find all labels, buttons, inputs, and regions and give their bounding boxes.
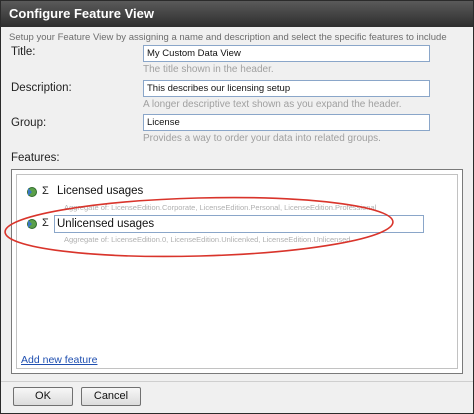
features-panel: Σ Licensed usages Aggregate of: LicenseE… xyxy=(11,169,463,374)
configure-feature-view-dialog: Configure Feature View Setup your Featur… xyxy=(0,0,474,414)
title-label: Title: xyxy=(11,46,36,58)
add-new-feature-link[interactable]: Add new feature xyxy=(21,354,97,366)
feature-aggregate: Aggregate of: LicenseEdition.0, LicenseE… xyxy=(64,235,351,244)
group-label: Group: xyxy=(11,117,47,129)
feature-name-input[interactable]: Unlicensed usages xyxy=(54,215,424,233)
feature-name[interactable]: Licensed usages xyxy=(57,185,143,197)
description-input[interactable]: This describes our licensing setup xyxy=(143,80,430,97)
description-hint: A longer descriptive text shown as you e… xyxy=(143,99,402,110)
group-hint: Provides a way to order your data into r… xyxy=(143,133,381,144)
dialog-title: Configure Feature View xyxy=(1,1,473,27)
sigma-icon: Σ xyxy=(42,185,49,197)
features-list: Σ Licensed usages Aggregate of: LicenseE… xyxy=(16,174,458,369)
group-input[interactable]: License xyxy=(143,114,430,131)
feature-aggregate: Aggregate of: LicenseEdition.Corporate, … xyxy=(64,203,377,212)
description-label: Description: xyxy=(11,82,72,94)
title-input[interactable]: My Custom Data View xyxy=(143,45,430,62)
features-label: Features: xyxy=(11,152,60,164)
intro-text: Setup your Feature View by assigning a n… xyxy=(9,32,447,43)
button-separator xyxy=(1,381,473,382)
cancel-button[interactable]: Cancel xyxy=(81,387,141,406)
title-hint: The title shown in the header. xyxy=(143,64,274,75)
sigma-icon: Σ xyxy=(42,217,49,229)
feature-toggle-icon[interactable] xyxy=(26,218,38,230)
feature-toggle-icon[interactable] xyxy=(26,186,38,198)
ok-button[interactable]: OK xyxy=(13,387,73,406)
